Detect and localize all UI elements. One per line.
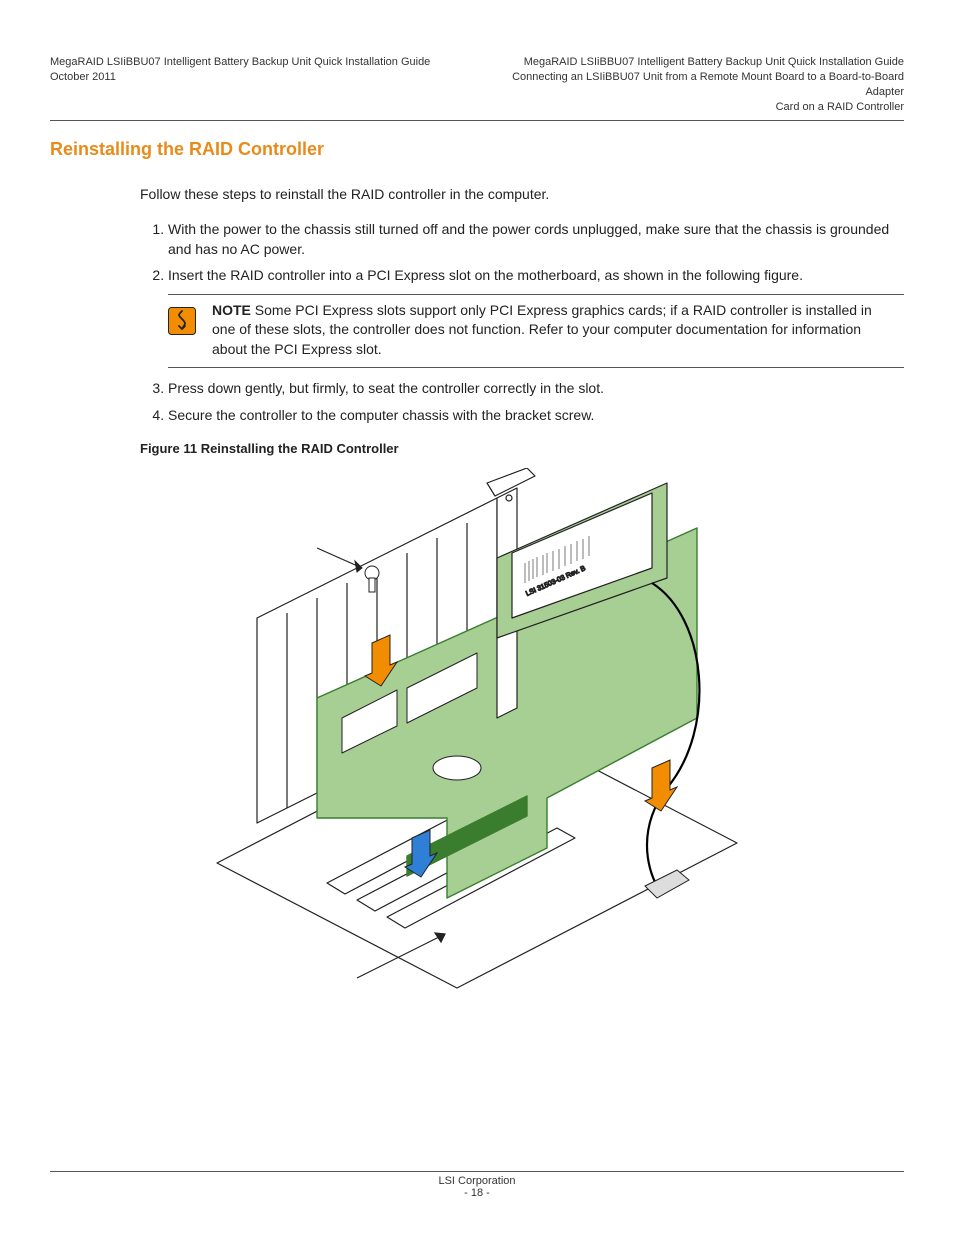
doc-title: MegaRAID LSIiBBU07 Intelligent Battery B…	[50, 55, 430, 70]
steps-list: With the power to the chassis still turn…	[140, 219, 904, 286]
note-text: NOTE Some PCI Express slots support only…	[212, 301, 898, 360]
footer-rule	[50, 1171, 904, 1172]
header-left: MegaRAID LSIiBBU07 Intelligent Battery B…	[50, 55, 430, 114]
step-4: Secure the controller to the computer ch…	[168, 405, 898, 425]
note-label: NOTE	[212, 302, 251, 318]
header-right: MegaRAID LSIiBBU07 Intelligent Battery B…	[484, 55, 904, 114]
section-heading: Reinstalling the RAID Controller	[50, 139, 904, 160]
step-3: Press down gently, but firmly, to seat t…	[168, 378, 898, 398]
figure-11: LSI 31503-03 Rev. B	[50, 468, 904, 998]
steps-list-cont: Press down gently, but firmly, to seat t…	[140, 378, 904, 425]
chapter-title-1: Connecting an LSIiBBU07 Unit from a Remo…	[484, 70, 904, 100]
footer-company: LSI Corporation	[50, 1175, 904, 1187]
footer-page-number: - 18 -	[50, 1187, 904, 1199]
figure-caption: Figure 11 Reinstalling the RAID Controll…	[140, 441, 904, 456]
intro-paragraph: Follow these steps to reinstall the RAID…	[140, 184, 898, 204]
step-2: Insert the RAID controller into a PCI Ex…	[168, 265, 898, 285]
header-rule	[50, 120, 904, 121]
seat-arrow-icon	[645, 760, 677, 811]
note-body: Some PCI Express slots support only PCI …	[212, 302, 872, 357]
note-icon	[168, 307, 196, 335]
chapter-title-2: Card on a RAID Controller	[484, 100, 904, 115]
doc-title-right: MegaRAID LSIiBBU07 Intelligent Battery B…	[484, 55, 904, 70]
document-page: MegaRAID LSIiBBU07 Intelligent Battery B…	[0, 0, 954, 1235]
note-callout: NOTE Some PCI Express slots support only…	[168, 294, 904, 369]
doc-date: October 2011	[50, 70, 430, 85]
running-header: MegaRAID LSIiBBU07 Intelligent Battery B…	[50, 55, 904, 114]
page-footer: LSI Corporation - 18 -	[50, 1171, 904, 1199]
step-1: With the power to the chassis still turn…	[168, 219, 898, 260]
